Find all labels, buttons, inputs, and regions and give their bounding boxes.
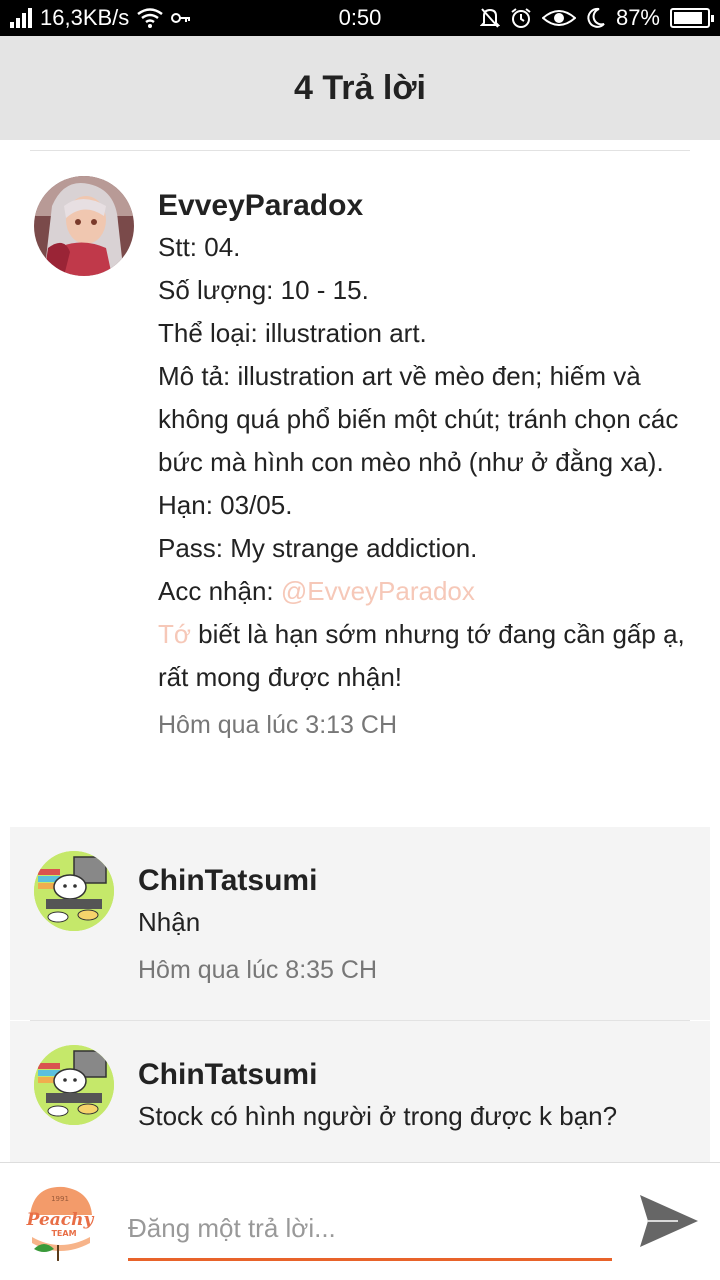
- bell-off-icon: [479, 8, 500, 28]
- post-body: Stt: 04. Số lượng: 10 - 15. Thể loại: il…: [158, 226, 703, 699]
- alarm-icon: [511, 8, 531, 28]
- reply-item: ChinTatsumi Stock có hình người ở trong …: [10, 1021, 710, 1162]
- post-line: Số lượng: 10 - 15.: [158, 275, 369, 305]
- moon-icon: [587, 7, 605, 28]
- battery-percent: 87%: [615, 5, 660, 30]
- post-line-acc: Acc nhận: @EvveyParadox: [158, 570, 703, 613]
- battery-icon: [670, 8, 714, 28]
- logo-team: TEAM: [51, 1229, 76, 1238]
- status-bar: 16,3KB/s 0:50 87%: [0, 0, 720, 36]
- reply-timestamp: Hôm qua lúc 8:35 CH: [138, 956, 378, 984]
- eye-icon: [541, 10, 576, 26]
- reply-author[interactable]: ChinTatsumi: [138, 861, 698, 901]
- current-user-avatar[interactable]: 1991 Peachy TEAM: [20, 1181, 100, 1261]
- page-header: 4 Trả lời: [0, 36, 720, 140]
- post-timestamp: Hôm qua lúc 3:13 CH: [158, 711, 398, 739]
- reply-composer: 1991 Peachy TEAM: [0, 1162, 720, 1280]
- page-title: 4 Trả lời: [294, 68, 426, 107]
- post-line: Hạn: 03/05.: [158, 490, 293, 520]
- reply-text: Stock có hình người ở trong được k bạn?: [138, 1101, 618, 1131]
- reply-item: ChinTatsumi Nhận Hôm qua lúc 8:35 CH: [10, 827, 710, 1020]
- avatar[interactable]: [34, 176, 134, 276]
- note-mention-link[interactable]: Tớ: [158, 619, 191, 649]
- send-icon[interactable]: [638, 1193, 700, 1249]
- user-mention-link[interactable]: @EvveyParadox: [281, 576, 475, 606]
- post-line: Thể loại: illustration art.: [158, 318, 427, 348]
- divider: [30, 150, 690, 151]
- post-line-note: Tớ biết là hạn sớm nhưng tớ đang cần gấp…: [158, 613, 703, 699]
- post-line: Mô tả: illustration art về mèo đen; hiếm…: [158, 361, 679, 477]
- reply-text: Nhận: [138, 907, 201, 937]
- avatar[interactable]: [34, 851, 114, 931]
- logo-year: 1991: [51, 1195, 69, 1203]
- post-line: Stt: 04.: [158, 232, 241, 262]
- acc-label: Acc nhận:: [158, 576, 281, 606]
- avatar[interactable]: [34, 1045, 114, 1125]
- note-text: biết là hạn sớm nhưng tớ đang cần gấp ạ,…: [158, 619, 685, 692]
- post-author[interactable]: EvveyParadox: [158, 186, 703, 226]
- reply-author[interactable]: ChinTatsumi: [138, 1055, 698, 1095]
- reply-input[interactable]: [128, 1199, 612, 1261]
- post-line: Pass: My strange addiction.: [158, 533, 478, 563]
- logo-brand: Peachy: [26, 1210, 95, 1230]
